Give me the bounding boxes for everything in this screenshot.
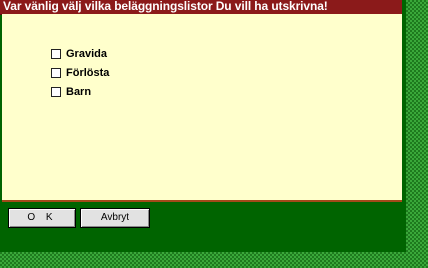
option-forlosta[interactable]: Förlösta xyxy=(51,66,109,80)
dialog-title-bar: Var vänlig välj vilka beläggningslistor … xyxy=(0,0,402,15)
barn-label: Barn xyxy=(66,86,92,98)
gravida-checkbox[interactable] xyxy=(51,49,61,59)
gravida-label: Gravida xyxy=(66,48,107,60)
dialog-content: Gravida Förlösta Barn xyxy=(2,14,402,202)
forlosta-checkbox[interactable] xyxy=(51,68,61,78)
cancel-button[interactable]: Avbryt xyxy=(80,208,150,228)
print-lists-dialog: Var vänlig välj vilka beläggningslistor … xyxy=(0,0,406,252)
option-barn[interactable]: Barn xyxy=(51,85,91,99)
desktop-background: { "dialog": { "title": "Var vänlig välj … xyxy=(0,0,428,268)
ok-button[interactable]: O K xyxy=(8,208,76,228)
option-gravida[interactable]: Gravida xyxy=(51,47,107,61)
barn-checkbox[interactable] xyxy=(51,87,61,97)
forlosta-label: Förlösta xyxy=(66,67,110,79)
dialog-title: Var vänlig välj vilka beläggningslistor … xyxy=(3,0,328,13)
